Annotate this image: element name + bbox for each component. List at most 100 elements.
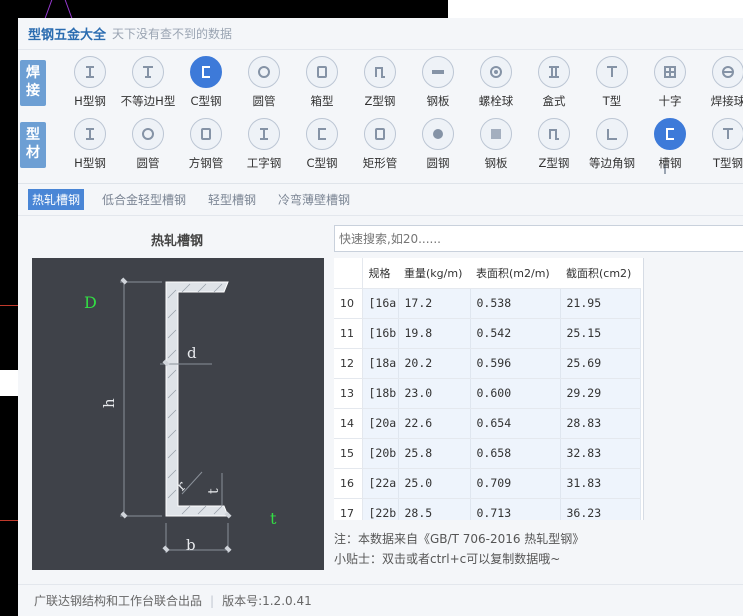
cell-spec[interactable]: [20a <box>362 408 399 439</box>
cell-weight[interactable]: 22.6 <box>398 408 471 439</box>
unequal-h-icon <box>132 56 164 88</box>
tool-steel-plate[interactable]: 钢板 <box>406 56 470 109</box>
cell-spec[interactable]: [22b <box>362 498 399 520</box>
tool-box-type[interactable]: 盒式 <box>522 56 586 109</box>
c-channel-icon <box>190 56 222 88</box>
table-row[interactable]: 11 [16b 19.8 0.542 25.15 <box>334 318 641 349</box>
search-input[interactable] <box>334 225 743 252</box>
tool-label: H型钢 <box>74 94 106 108</box>
cell-spec[interactable]: [16a <box>362 288 399 319</box>
cell-section-area[interactable]: 29.29 <box>560 378 641 409</box>
tool-z-section[interactable]: Z型钢 <box>348 56 412 109</box>
tool-unequal-h[interactable]: 不等边H型 <box>116 56 180 109</box>
tool-label: 圆钢 <box>426 156 450 170</box>
header-section-area[interactable]: 截面积(cm2) <box>560 258 640 289</box>
t-section-icon <box>596 56 628 88</box>
cell-spec[interactable]: [18a <box>362 348 399 379</box>
cell-spec[interactable]: [16b <box>362 318 399 349</box>
tool-square-tube[interactable]: 方钢管 <box>174 118 238 171</box>
table-row[interactable]: 15 [20b 25.8 0.658 32.83 <box>334 438 641 469</box>
table-row[interactable]: 13 [18b 23.0 0.600 29.29 <box>334 378 641 409</box>
tool-round-bar[interactable]: 圆钢 <box>406 118 470 171</box>
row-tag-welded: 焊接 <box>20 60 46 106</box>
cell-weight[interactable]: 28.5 <box>398 498 471 520</box>
tool-h-beam[interactable]: H型钢 <box>58 56 122 109</box>
tool-round-tube[interactable]: 圆管 <box>116 118 180 171</box>
cell-weight[interactable]: 20.2 <box>398 348 471 379</box>
cell-section-area[interactable]: 25.69 <box>560 348 641 379</box>
cell-spec[interactable]: [22a <box>362 468 399 499</box>
header-surface-area[interactable]: 表面积(m2/m) <box>470 258 560 289</box>
tool-c-channel[interactable]: C型钢 <box>174 56 238 109</box>
row-index: 15 <box>334 438 363 469</box>
cell-section-area[interactable]: 36.23 <box>560 498 641 520</box>
label-b: b <box>186 536 196 554</box>
tool-z-section[interactable]: Z型钢 <box>522 118 586 171</box>
header-spec[interactable]: 规格 <box>362 258 398 289</box>
table-row[interactable]: 12 [18a 20.2 0.596 25.69 <box>334 348 641 379</box>
tool-bolt-ball[interactable]: 螺栓球 <box>464 56 528 109</box>
cell-spec[interactable]: [18b <box>362 378 399 409</box>
steel-plate-icon <box>422 56 454 88</box>
subtab-0[interactable]: 热轧槽钢 <box>28 189 85 210</box>
cell-surface-area[interactable]: 0.600 <box>470 378 561 409</box>
cell-surface-area[interactable]: 0.542 <box>470 318 561 349</box>
tool-rect-tube[interactable]: 矩形管 <box>348 118 412 171</box>
z-section-icon <box>364 56 396 88</box>
tool-t-section[interactable]: T型钢 <box>696 118 743 171</box>
row-index: 13 <box>334 378 363 409</box>
cell-surface-area[interactable]: 0.654 <box>470 408 561 439</box>
cell-section-area[interactable]: 21.95 <box>560 288 641 319</box>
cell-surface-area[interactable]: 0.658 <box>470 438 561 469</box>
tool-welded-ball[interactable]: 焊接球 <box>696 56 743 109</box>
tool-label: 不等边H型 <box>120 94 176 108</box>
channel-drawing: D d h r t t b <box>84 277 277 554</box>
tool-label: H型钢 <box>74 156 106 170</box>
cell-section-area[interactable]: 31.83 <box>560 468 641 499</box>
footer-credit: 广联达钢结构和工作台联合出品 <box>34 594 203 608</box>
cell-weight[interactable]: 25.8 <box>398 438 471 469</box>
table-row[interactable]: 16 [22a 25.0 0.709 31.83 <box>334 468 641 499</box>
cell-surface-area[interactable]: 0.713 <box>470 498 561 520</box>
cell-surface-area[interactable]: 0.538 <box>470 288 561 319</box>
tool-h-beam[interactable]: H型钢 <box>58 118 122 171</box>
label-t-flange: t <box>206 488 222 494</box>
cell-surface-area[interactable]: 0.596 <box>470 348 561 379</box>
tool-steel-plate[interactable]: 钢板 <box>464 118 528 171</box>
square-tube-icon <box>190 118 222 150</box>
cell-spec[interactable]: [20b <box>362 438 399 469</box>
cross-section-icon <box>654 56 686 88</box>
tool-cross-section[interactable]: 十字 <box>638 56 702 109</box>
table-row[interactable]: 14 [20a 22.6 0.654 28.83 <box>334 408 641 439</box>
tool-i-beam[interactable]: 工字钢 <box>232 118 296 171</box>
tool-label: 螺栓球 <box>478 94 514 108</box>
subtab-2[interactable]: 轻型槽钢 <box>204 189 260 210</box>
cell-section-area[interactable]: 25.15 <box>560 318 641 349</box>
tool-t-section[interactable]: T型 <box>580 56 644 109</box>
tool-channel-steel[interactable]: 槽钢 <box>638 118 702 171</box>
i-beam-icon <box>248 118 280 150</box>
cell-section-area[interactable]: 32.83 <box>560 438 641 469</box>
desktop-background <box>44 0 53 18</box>
cell-weight[interactable]: 19.8 <box>398 318 471 349</box>
header-weight[interactable]: 重量(kg/m) <box>398 258 470 289</box>
cell-weight[interactable]: 23.0 <box>398 378 471 409</box>
subtab-3[interactable]: 冷弯薄壁槽钢 <box>274 189 354 210</box>
subtab-1[interactable]: 低合金轻型槽钢 <box>98 189 190 210</box>
cell-section-area[interactable]: 28.83 <box>560 408 641 439</box>
tool-angle-steel[interactable]: 等边角钢 <box>580 118 644 171</box>
bolt-ball-icon <box>480 56 512 88</box>
tool-box-section[interactable]: 箱型 <box>290 56 354 109</box>
t-section-icon <box>712 118 743 150</box>
tool-round-tube[interactable]: 圆管 <box>232 56 296 109</box>
table-row[interactable]: 17 [22b 28.5 0.713 36.23 <box>334 498 641 520</box>
cell-weight[interactable]: 25.0 <box>398 468 471 499</box>
app-window: 型钢五金大全 天下没有查不到的数据 焊接 H型钢 不等边H型 C型钢 圆管 箱型 Z型钢钢… <box>18 18 743 616</box>
rect-tube-icon <box>364 118 396 150</box>
cell-surface-area[interactable]: 0.709 <box>470 468 561 499</box>
cell-weight[interactable]: 17.2 <box>398 288 471 319</box>
c-channel-icon <box>306 118 338 150</box>
tool-label: 矩形管 <box>362 156 398 170</box>
tool-c-channel[interactable]: C型钢 <box>290 118 354 171</box>
table-row[interactable]: 10 [16a 17.2 0.538 21.95 <box>334 288 641 319</box>
